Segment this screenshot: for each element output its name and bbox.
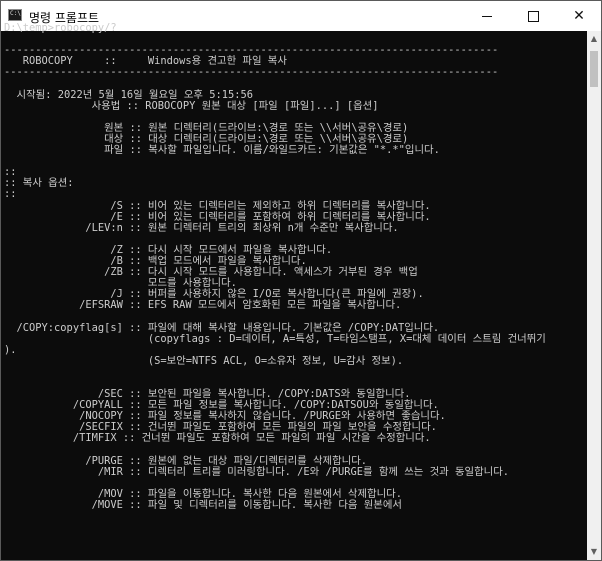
command-prompt-window: C:\ 명령 프롬프트 ✕ D:\temp>robocopy/? -------… [0, 0, 602, 561]
console-line: 파일 :: 복사할 파일입니다. 이름/와일드카드: 기본값은 "*.*"입니다… [4, 144, 440, 157]
scroll-down-arrow-icon[interactable]: ▼ [587, 544, 601, 560]
console-line: ----------------------------------------… [4, 66, 499, 79]
scrollbar-thumb[interactable] [590, 51, 598, 87]
console-line: (copyflags : D=데이터, A=특성, T=타임스탬프, X=대체 … [4, 332, 546, 345]
cmd-app-icon-label: C:\ [10, 10, 21, 17]
console-line: /LEV:n :: 원본 디렉터리 트리의 최상위 n개 수준만 복사합니다. [4, 221, 399, 234]
console-line: D:\temp>robocopy/? [4, 23, 117, 34]
console-line: /EFSRAW :: EFS RAW 모드에서 암호화된 모든 파일을 복사합니… [4, 299, 402, 312]
cmd-app-icon[interactable]: C:\ [8, 9, 22, 21]
console-line: 사용법 :: ROBOCOPY 원본 대상 [파일 [파일]...] [옵션] [4, 99, 379, 112]
console-line: /S :: 비어 있는 디렉터리는 제외하고 하위 디렉터리를 복사합니다. [4, 199, 431, 212]
console-line: /MOVE :: 파일 및 디렉터리를 이동합니다. 복사한 다음 원본에서 [4, 499, 402, 512]
console-line: (S=보안=NTFS ACL, O=소유자 정보, U=감사 정보). [4, 354, 404, 367]
minimize-icon [482, 15, 492, 17]
console-line: :: [4, 188, 17, 201]
console-line: /TIMFIX :: 건너뛴 파일도 포함하여 모든 파일의 파일 시간을 수정… [4, 432, 431, 445]
vertical-scrollbar[interactable]: ▲ ▼ [587, 31, 601, 560]
close-icon: ✕ [573, 8, 585, 24]
console-line: /COPY:copyflag[s] :: 파일에 대해 복사할 내용입니다. 기… [4, 321, 440, 334]
console-line: :: 복사 옵션: [4, 177, 74, 190]
console-line: 시작됨: 2022년 5월 16일 월요일 오후 5:15:56 [4, 88, 254, 101]
console-line: :: [4, 166, 17, 179]
console-line: /MIR :: 디렉터리 트리를 미러링합니다. /E와 /PURGE를 함께 … [4, 465, 510, 478]
maximize-icon [527, 10, 539, 22]
console-output[interactable]: D:\temp>robocopy/? ---------------------… [4, 23, 587, 560]
scroll-up-arrow-icon[interactable]: ▲ [587, 31, 601, 47]
